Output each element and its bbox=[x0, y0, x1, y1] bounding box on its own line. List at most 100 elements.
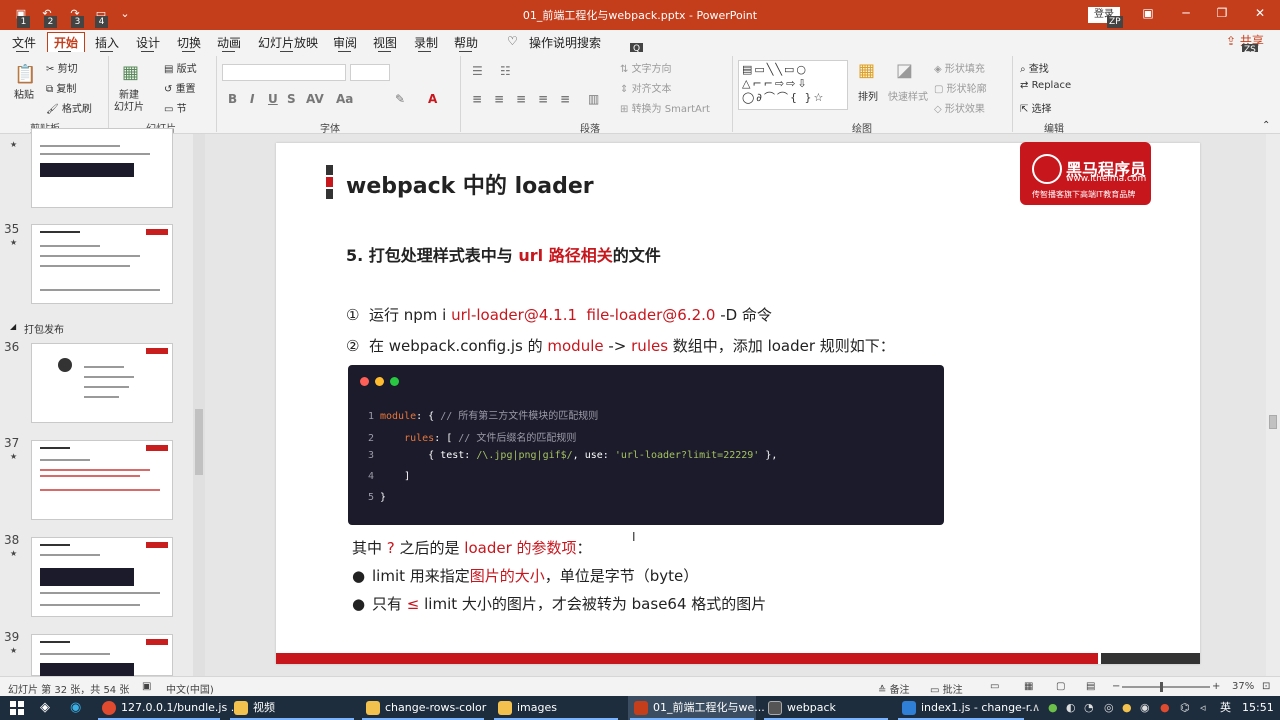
numbering-icon[interactable]: ☷ bbox=[500, 64, 511, 78]
slide-thumbnail[interactable] bbox=[31, 634, 173, 677]
code-block[interactable]: 1 module: { // 所有第三方文件模块的匹配规则 2 rules: [ … bbox=[348, 365, 944, 525]
taskbar-item-vscode[interactable]: index1.js - change-r... bbox=[896, 696, 1040, 720]
replace-button[interactable]: ⇄ Replace bbox=[1020, 80, 1071, 91]
paste-icon[interactable]: 📋 bbox=[14, 64, 36, 85]
layout-button[interactable]: ▤ 版式 bbox=[164, 60, 197, 75]
clock[interactable]: 15:51 bbox=[1242, 696, 1274, 720]
zoom-level[interactable]: 37% bbox=[1232, 681, 1254, 692]
editor-scrollbar[interactable] bbox=[1266, 134, 1280, 676]
step-2[interactable]: ② 在 webpack.config.js 的 module -> rules … bbox=[346, 335, 895, 356]
align-right-icon[interactable]: ≡ bbox=[516, 92, 526, 106]
windows-start-icon[interactable] bbox=[10, 701, 24, 715]
zoom-out-icon[interactable]: − bbox=[1112, 681, 1120, 692]
font-color-icon[interactable]: A bbox=[428, 92, 437, 106]
slide-thumbnail[interactable] bbox=[31, 537, 173, 617]
slide-counter[interactable]: 幻灯片 第 32 张，共 54 张 bbox=[8, 681, 129, 696]
find-button[interactable]: ⌕ 查找 bbox=[1020, 60, 1049, 75]
select-button[interactable]: ⇱ 选择 bbox=[1020, 100, 1052, 115]
paste-button[interactable]: 粘贴 bbox=[14, 86, 34, 101]
tab-file[interactable]: 文件 bbox=[12, 34, 36, 51]
edge-icon[interactable]: ◉ bbox=[70, 696, 81, 720]
slide-title[interactable]: webpack 中的 loader bbox=[346, 168, 594, 200]
notes-button[interactable]: ≙ 备注 bbox=[878, 681, 910, 696]
change-case-icon[interactable]: Aa bbox=[336, 92, 353, 106]
params-description[interactable]: 其中 ? 之后的是 loader 的参数项： bbox=[352, 537, 592, 558]
taskbar-item-powerpoint[interactable]: 01_前端工程化与we... bbox=[628, 696, 765, 720]
strikethrough-icon[interactable]: S bbox=[287, 92, 296, 106]
minimize-icon[interactable]: ─ bbox=[1176, 6, 1196, 22]
quick-styles-button[interactable]: 快速样式 bbox=[888, 88, 928, 103]
slideshow-view-icon[interactable]: ▤ bbox=[1086, 681, 1095, 692]
copy-button[interactable]: ⧉ 复制 bbox=[46, 80, 76, 95]
shape-fill-button[interactable]: ◈ 形状填充 bbox=[934, 60, 985, 75]
taskbar-item-folder-change-rows[interactable]: change-rows-color bbox=[360, 696, 486, 720]
accessibility-icon[interactable]: ▣ bbox=[142, 681, 151, 692]
slide-thumbnail[interactable] bbox=[31, 343, 173, 423]
record-icon[interactable]: ● bbox=[1160, 696, 1170, 720]
ime-indicator[interactable]: 英 bbox=[1220, 696, 1231, 720]
tab-design[interactable]: 设计 bbox=[136, 34, 160, 51]
tell-me-search[interactable]: 操作说明搜索 bbox=[529, 34, 601, 51]
language-indicator[interactable]: 中文(中国) bbox=[166, 681, 214, 696]
cut-button[interactable]: ✂ 剪切 bbox=[46, 60, 78, 75]
slide-thumbnail[interactable] bbox=[31, 440, 173, 520]
tray-app-icon[interactable]: ◎ bbox=[1104, 696, 1114, 720]
justify-icon[interactable]: ≡ bbox=[538, 92, 548, 106]
ribbon-display-icon[interactable]: ▣ bbox=[1138, 6, 1158, 22]
tab-review[interactable]: 审阅 bbox=[333, 34, 357, 51]
tray-app-icon[interactable]: ◉ bbox=[1140, 696, 1150, 720]
fit-to-window-icon[interactable]: ⊡ bbox=[1262, 681, 1270, 692]
slide-thumbnail[interactable] bbox=[31, 224, 173, 304]
tab-home[interactable]: 开始 bbox=[47, 32, 86, 52]
shape-effects-button[interactable]: ◇ 形状效果 bbox=[934, 100, 985, 115]
comments-button[interactable]: ▭ 批注 bbox=[930, 681, 963, 696]
arrange-button[interactable]: 排列 bbox=[858, 88, 878, 103]
align-left-icon[interactable]: ≡ bbox=[472, 92, 482, 106]
format-painter-button[interactable]: 🖌 格式刷 bbox=[46, 100, 92, 115]
network-icon[interactable]: ⌬ bbox=[1180, 696, 1190, 720]
bullets-icon[interactable]: ☰ bbox=[472, 64, 483, 78]
italic-icon[interactable]: I bbox=[250, 92, 254, 106]
bullet-base64[interactable]: ● 只有 ≤ limit 大小的图片，才会被转为 base64 格式的图片 bbox=[352, 593, 766, 614]
new-slide-icon[interactable]: ▦ bbox=[122, 62, 139, 83]
slide-sorter-icon[interactable]: ▦ bbox=[1024, 681, 1033, 692]
align-text-button[interactable]: ⇕ 对齐文本 bbox=[620, 80, 672, 95]
char-spacing-icon[interactable]: AV bbox=[306, 92, 324, 106]
arrange-icon[interactable]: ▦ bbox=[858, 60, 875, 81]
app-icon[interactable]: ◈ bbox=[40, 696, 50, 720]
zoom-slider[interactable] bbox=[1122, 686, 1210, 688]
reset-button[interactable]: ↺ 重置 bbox=[164, 80, 196, 95]
align-center-icon[interactable]: ≡ bbox=[494, 92, 504, 106]
section-collapse-icon[interactable]: ◢ bbox=[10, 322, 16, 331]
font-size-select[interactable] bbox=[350, 64, 390, 81]
bullet-limit[interactable]: ● limit 用来指定图片的大小，单位是字节（byte） bbox=[352, 565, 698, 586]
shapes-gallery[interactable]: ▤▭╲╲▭○ △⌐⌐⇨⇨⇩ ◯∂⌒⌒{ }☆ bbox=[738, 60, 848, 110]
new-slide-button[interactable]: 新建 幻灯片 bbox=[114, 90, 144, 114]
tab-insert[interactable]: 插入 bbox=[95, 34, 119, 51]
section-heading[interactable]: 5. 打包处理样式表中与 url 路径相关的文件 bbox=[346, 242, 661, 266]
reading-view-icon[interactable]: ▢ bbox=[1056, 681, 1065, 692]
tab-view[interactable]: 视图 bbox=[373, 34, 397, 51]
tab-slideshow[interactable]: 幻灯片放映 bbox=[258, 34, 318, 51]
tray-app-icon[interactable]: ● bbox=[1048, 696, 1058, 720]
slide-thumbnail[interactable] bbox=[31, 128, 173, 208]
taskbar-item-terminal[interactable]: webpack bbox=[762, 696, 890, 720]
taskbar-item-browser[interactable]: 127.0.0.1/bundle.js ... bbox=[96, 696, 241, 720]
normal-view-icon[interactable]: ▭ bbox=[990, 681, 999, 692]
zoom-in-icon[interactable]: + bbox=[1212, 681, 1220, 692]
tray-app-icon[interactable]: ◔ bbox=[1084, 696, 1094, 720]
underline-icon[interactable]: U bbox=[268, 92, 278, 106]
close-icon[interactable]: ✕ bbox=[1250, 6, 1270, 22]
editor-scrollbar-thumb[interactable] bbox=[1269, 415, 1277, 429]
distributed-icon[interactable]: ≡ bbox=[560, 92, 570, 106]
collapse-ribbon-icon[interactable]: ⌃ bbox=[1262, 120, 1270, 131]
volume-icon[interactable]: ◃ bbox=[1200, 696, 1206, 720]
quick-styles-icon[interactable]: ◪ bbox=[896, 60, 913, 81]
tab-help[interactable]: 帮助 bbox=[454, 34, 478, 51]
tab-animations[interactable]: 动画 bbox=[217, 34, 241, 51]
text-direction-button[interactable]: ⇅ 文字方向 bbox=[620, 60, 672, 75]
shape-outline-button[interactable]: ▢ 形状轮廓 bbox=[934, 80, 987, 95]
columns-icon[interactable]: ▥ bbox=[588, 92, 599, 106]
show-hidden-icons-icon[interactable]: ∧ bbox=[1032, 696, 1040, 720]
bold-icon[interactable]: B bbox=[228, 92, 237, 106]
